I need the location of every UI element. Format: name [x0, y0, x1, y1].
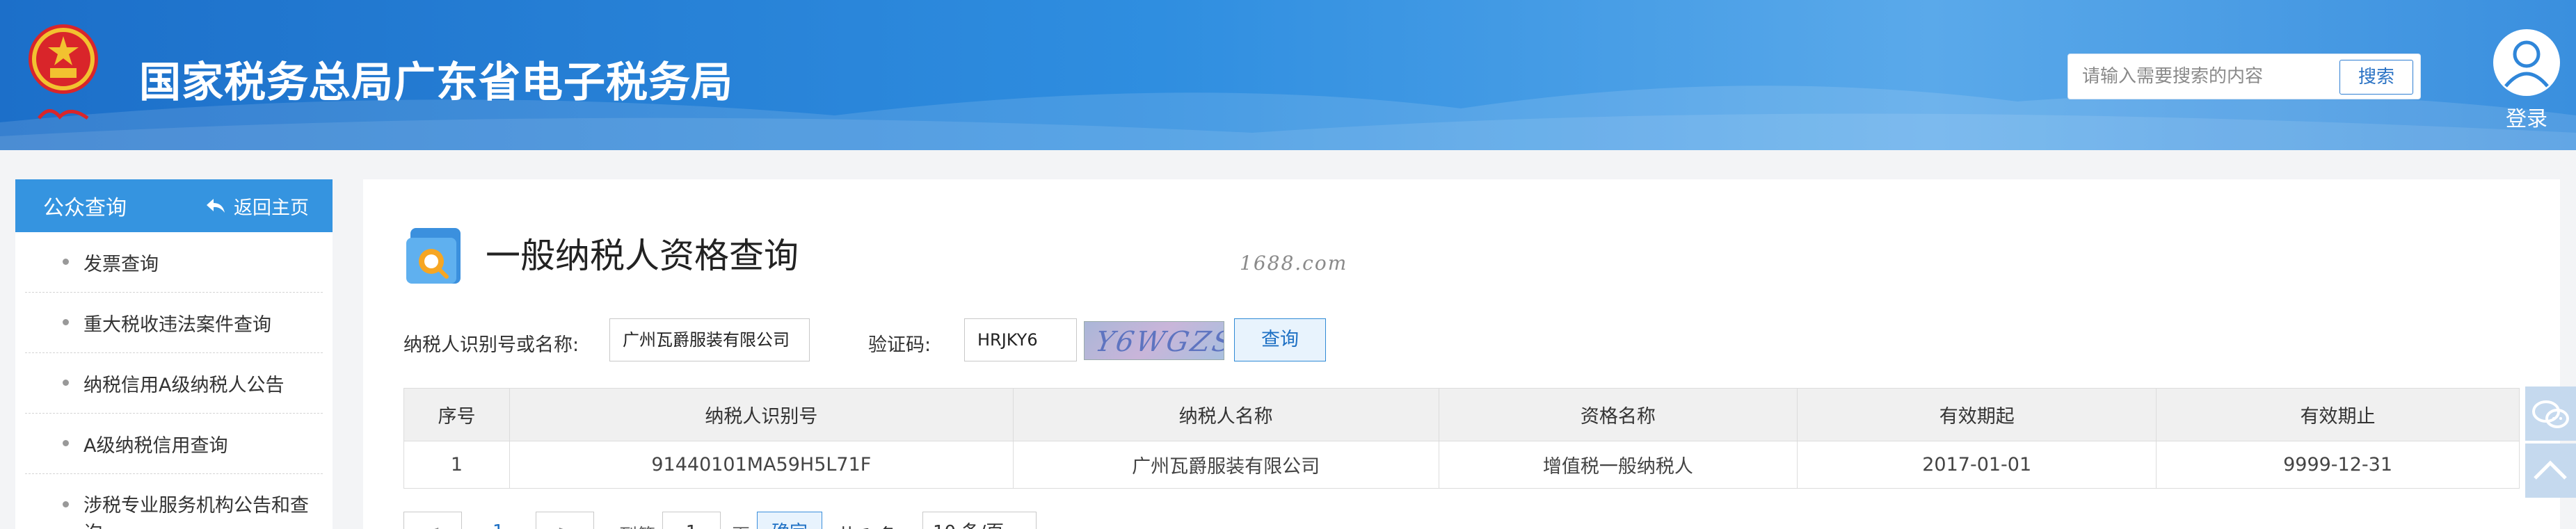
captcha-label: 验证码:	[868, 334, 931, 356]
site-title: 国家税务总局广东省电子税务局	[139, 58, 733, 107]
table-row: 1 91440101MA59H5L71F 广州瓦爵服装有限公司 增值税一般纳税人…	[403, 441, 2520, 489]
sidebar-item-a-level-credit-query[interactable]: A级纳税信用查询	[25, 414, 323, 474]
bullet-icon	[63, 259, 69, 265]
page-size-select[interactable]: 10 条/页 ⌄	[922, 512, 1037, 529]
page-unit-label: 页	[732, 521, 750, 529]
page-number-current[interactable]: 1	[493, 521, 504, 529]
wechat-icon	[2532, 400, 2569, 428]
search-button[interactable]: 搜索	[2339, 60, 2413, 95]
back-home-link[interactable]: 返回主页	[206, 193, 309, 220]
sidebar: 公众查询 返回主页 发票查询 重大税收违法案件查询 纳税信用A级纳税人公告 A级…	[15, 179, 333, 529]
sidebar-item-label: 涉税专业服务机构公告和查询	[83, 495, 309, 529]
next-page-button[interactable]: >	[536, 512, 594, 529]
search-box: 搜索	[2067, 54, 2421, 99]
cell-index: 1	[403, 441, 510, 489]
query-button[interactable]: 查询	[1234, 318, 1326, 361]
site-header: 国家税务总局广东省电子税务局 搜索 登录	[0, 0, 2576, 150]
taxpayer-input[interactable]: 广州瓦爵服装有限公司	[609, 318, 810, 361]
watermark: 1688.com	[1240, 252, 1348, 275]
prev-page-button[interactable]: <	[403, 512, 462, 529]
sidebar-title: 公众查询	[43, 196, 127, 220]
column-header-valid-from: 有效期起	[1797, 388, 2157, 441]
sidebar-item-tax-violation-query[interactable]: 重大税收违法案件查询	[25, 293, 323, 353]
cell-qualification: 增值税一般纳税人	[1438, 441, 1798, 489]
column-header-valid-to: 有效期止	[2156, 388, 2520, 441]
bullet-icon	[63, 319, 69, 325]
column-header-qualification: 资格名称	[1438, 388, 1798, 441]
sidebar-item-tax-agency-query[interactable]: 涉税专业服务机构公告和查询	[25, 474, 323, 529]
results-table: 序号 纳税人识别号 纳税人名称 资格名称 有效期起 有效期止 1 9144010…	[403, 388, 2520, 489]
sidebar-item-label: 纳税信用A级纳税人公告	[83, 374, 285, 396]
captcha-image[interactable]: Y6WGZS	[1084, 321, 1224, 360]
main-panel: 一般纳税人资格查询 1688.com 纳税人识别号或名称: 广州瓦爵服装有限公司…	[363, 179, 2560, 529]
captcha-image-text: Y6WGZS	[1092, 326, 1224, 358]
reply-arrow-icon	[207, 199, 225, 213]
wechat-float-button[interactable]	[2525, 386, 2576, 441]
chevron-up-icon	[2534, 460, 2567, 480]
sidebar-item-invoice-query[interactable]: 发票查询	[25, 232, 323, 293]
bullet-icon	[63, 501, 69, 507]
login-button[interactable]: 登录	[2492, 29, 2561, 132]
bullet-icon	[63, 440, 69, 446]
sidebar-item-a-level-announcement[interactable]: 纳税信用A级纳税人公告	[25, 353, 323, 414]
goto-label: 到第	[619, 521, 655, 529]
login-label: 登录	[2506, 107, 2547, 131]
page-title: 一般纳税人资格查询	[486, 236, 799, 276]
sidebar-header: 公众查询 返回主页	[15, 179, 333, 232]
back-home-label: 返回主页	[234, 197, 309, 219]
user-icon	[2493, 29, 2560, 96]
sidebar-item-label: 重大税收违法案件查询	[83, 314, 271, 336]
table-header-row: 序号 纳税人识别号 纳税人名称 资格名称 有效期起 有效期止	[403, 388, 2520, 441]
back-to-top-button[interactable]	[2525, 443, 2576, 498]
captcha-input[interactable]: HRJKY6	[964, 318, 1077, 361]
national-emblem-logo	[25, 21, 102, 132]
sidebar-item-label: 发票查询	[83, 253, 159, 275]
column-header-taxpayer-id: 纳税人识别号	[509, 388, 1014, 441]
bullet-icon	[63, 380, 69, 386]
goto-confirm-button[interactable]: 确定	[757, 512, 822, 529]
cell-taxpayer-id: 91440101MA59H5L71F	[509, 441, 1014, 489]
search-input[interactable]	[2068, 54, 2341, 99]
search-doc-icon	[405, 225, 466, 286]
cell-valid-to: 9999-12-31	[2156, 441, 2520, 489]
page-size-value: 10 条/页	[933, 522, 1004, 529]
chevron-down-icon: ⌄	[1012, 512, 1027, 529]
taxpayer-label: 纳税人识别号或名称:	[403, 334, 579, 356]
cell-taxpayer-name: 广州瓦爵服装有限公司	[1012, 441, 1439, 489]
sidebar-item-label: A级纳税信用查询	[83, 434, 228, 457]
column-header-index: 序号	[403, 388, 510, 441]
total-count: 共 1 条	[838, 521, 897, 529]
column-header-taxpayer-name: 纳税人名称	[1012, 388, 1439, 441]
cell-valid-from: 2017-01-01	[1797, 441, 2157, 489]
goto-page-input[interactable]: 1	[662, 512, 721, 529]
